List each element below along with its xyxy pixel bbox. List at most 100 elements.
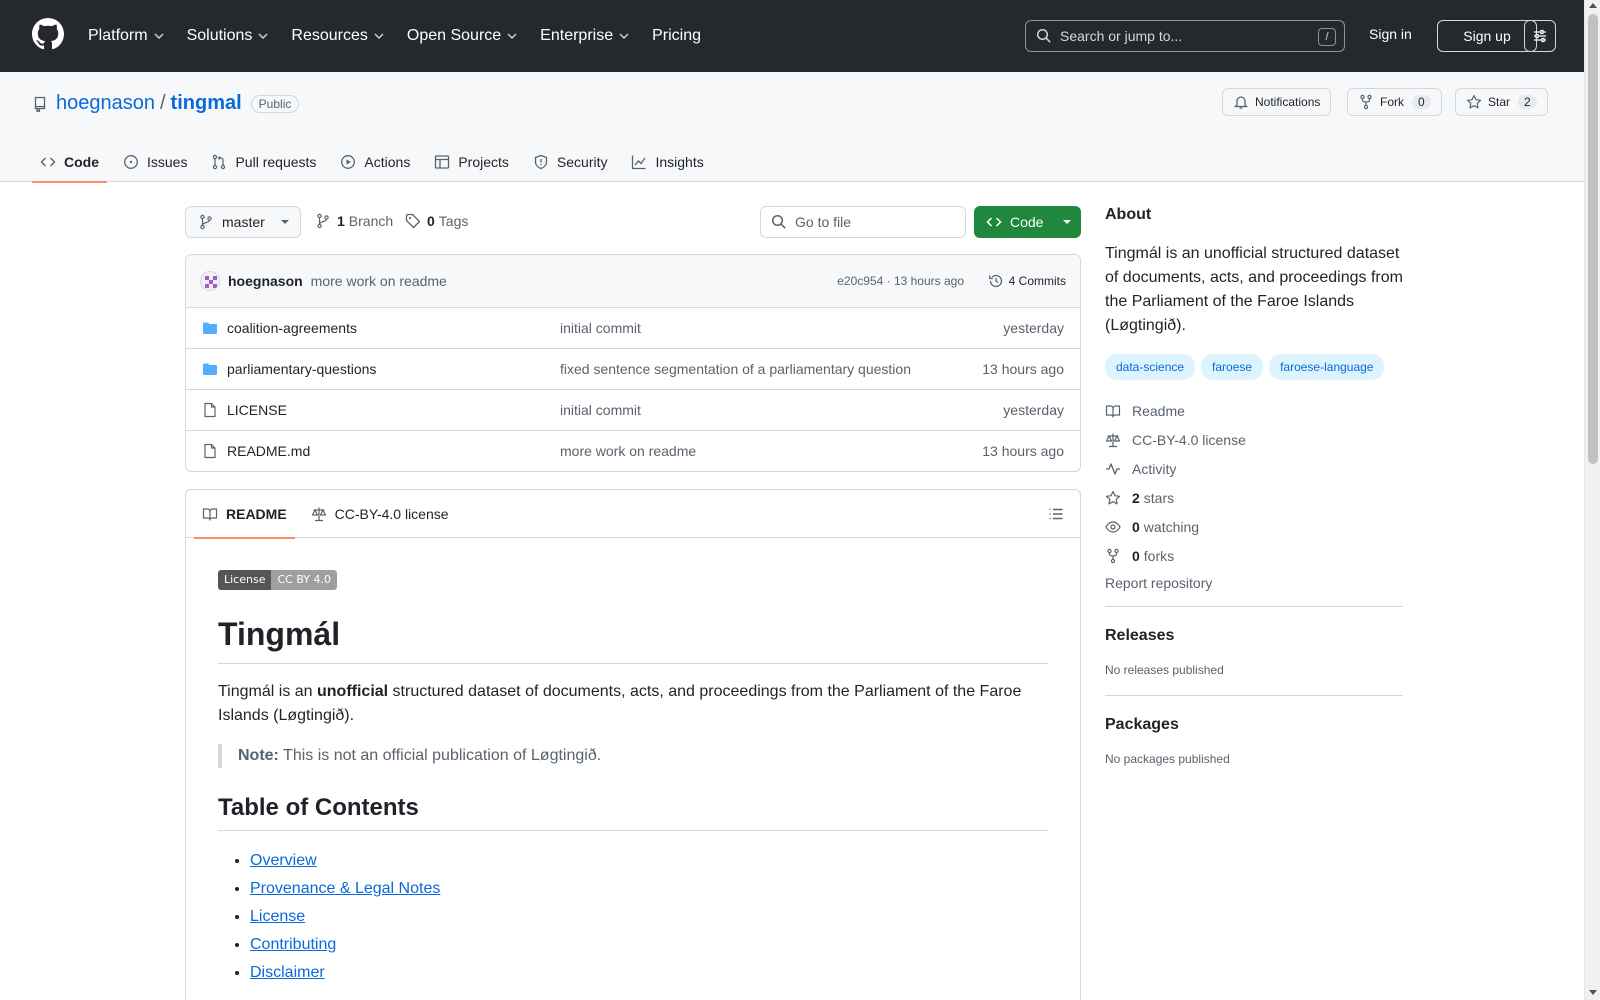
tags-link[interactable]: 0 Tags	[405, 213, 468, 229]
file-icon	[204, 402, 216, 418]
history-icon	[988, 274, 1002, 288]
page-scrollbar[interactable]	[1584, 0, 1600, 1000]
avatar[interactable]	[200, 271, 220, 291]
go-to-file-input[interactable]: Go to file	[760, 206, 966, 238]
notifications-button[interactable]: Notifications	[1222, 88, 1332, 116]
file-row[interactable]: coalition-agreements initial commit yest…	[186, 308, 1080, 349]
packages-heading[interactable]: Packages	[1105, 716, 1403, 734]
tab-readme[interactable]: README	[194, 490, 295, 539]
tab-insights[interactable]: Insights	[623, 142, 711, 182]
file-commit-message[interactable]: fixed sentence segmentation of a parliam…	[560, 361, 911, 377]
file-commit-message[interactable]: initial commit	[560, 320, 641, 336]
report-repository-link[interactable]: Report repository	[1105, 572, 1403, 600]
file-name-link[interactable]: LICENSE	[227, 402, 287, 418]
file-row[interactable]: README.md more work on readme 13 hours a…	[186, 431, 1080, 471]
repo-tabs: Code Issues Pull requests Actions Projec…	[32, 142, 720, 183]
list-item: Contributing	[250, 931, 1048, 959]
settings-menu-button[interactable]	[1524, 20, 1556, 52]
toc-link-license[interactable]: License	[250, 908, 305, 925]
file-commit-message[interactable]: initial commit	[560, 402, 641, 418]
file-row[interactable]: LICENSE initial commit yesterday	[186, 390, 1080, 431]
sliders-icon	[1534, 29, 1546, 43]
code-dropdown-button[interactable]: Code	[974, 206, 1081, 238]
bell-icon	[1233, 96, 1249, 109]
tab-code[interactable]: Code	[32, 142, 107, 183]
readme-content: License CC BY 4.0 Tingmál Tingmál is an …	[186, 538, 1080, 1000]
main-nav: Platform Solutions Resources Open Source…	[88, 0, 723, 72]
star-icon	[1105, 490, 1121, 504]
activity-link[interactable]: Activity	[1105, 454, 1403, 483]
file-commit-date: yesterday	[1003, 402, 1064, 418]
releases-heading[interactable]: Releases	[1105, 627, 1403, 645]
scroll-up-arrow-icon[interactable]	[1589, 3, 1597, 8]
file-name-link[interactable]: README.md	[227, 443, 310, 459]
list-item: License	[250, 903, 1048, 931]
search-icon	[1036, 28, 1051, 43]
github-logo-icon[interactable]	[32, 18, 64, 50]
tab-issues[interactable]: Issues	[115, 142, 195, 182]
repo-title-separator: /	[159, 92, 166, 114]
scrollbar-thumb[interactable]	[1588, 14, 1598, 464]
toc-link-provenance[interactable]: Provenance & Legal Notes	[250, 880, 440, 897]
toc-link-overview[interactable]: Overview	[250, 852, 317, 869]
topic-tag[interactable]: faroese	[1201, 354, 1264, 380]
book-icon	[1105, 404, 1121, 418]
tag-count: 0	[427, 213, 435, 229]
repo-name-link[interactable]: tingmal	[171, 92, 242, 115]
nav-open-source[interactable]: Open Source	[407, 27, 518, 45]
sign-up-button[interactable]: Sign up	[1437, 20, 1537, 52]
commit-hash-time[interactable]: e20c954 · 13 hours ago	[837, 274, 964, 288]
chevron-down-icon	[507, 33, 517, 39]
repository-header: hoegnason / tingmal Public Notifications…	[0, 72, 1584, 183]
nav-enterprise[interactable]: Enterprise	[540, 27, 630, 45]
stars-link[interactable]: 2 stars	[1105, 483, 1403, 512]
outline-list-icon[interactable]	[1048, 506, 1064, 522]
tab-license[interactable]: CC-BY-4.0 license	[303, 490, 457, 538]
nav-resources[interactable]: Resources	[291, 27, 384, 45]
graph-icon	[632, 155, 647, 170]
toc-list: Overview Provenance & Legal Notes Licens…	[218, 847, 1048, 987]
topic-tag[interactable]: faroese-language	[1269, 354, 1385, 380]
branch-selector-button[interactable]: master	[185, 206, 301, 238]
fork-button[interactable]: Fork 0	[1347, 88, 1442, 116]
nav-platform[interactable]: Platform	[88, 27, 165, 45]
star-button[interactable]: Star 2	[1455, 88, 1548, 116]
tab-actions[interactable]: Actions	[332, 142, 418, 182]
nav-solutions[interactable]: Solutions	[187, 27, 270, 45]
list-item: Disclaimer	[250, 959, 1048, 987]
visibility-badge: Public	[250, 94, 300, 113]
topic-list: data-science faroese faroese-language	[1105, 354, 1403, 380]
global-header: Platform Solutions Resources Open Source…	[0, 0, 1584, 72]
search-shortcut-key: /	[1318, 28, 1336, 46]
commit-message-link[interactable]: more work on readme	[311, 273, 447, 289]
tab-projects[interactable]: Projects	[426, 142, 517, 182]
toc-link-contributing[interactable]: Contributing	[250, 936, 336, 953]
readme-link[interactable]: Readme	[1105, 396, 1403, 425]
file-commit-date: 13 hours ago	[982, 443, 1064, 459]
tab-pull-requests[interactable]: Pull requests	[203, 142, 324, 182]
license-link[interactable]: CC-BY-4.0 license	[1105, 425, 1403, 454]
license-badge[interactable]: License CC BY 4.0	[218, 570, 337, 590]
forks-link[interactable]: 0 forks	[1105, 541, 1403, 570]
shield-icon	[534, 154, 548, 170]
file-row[interactable]: parliamentary-questions fixed sentence s…	[186, 349, 1080, 390]
repo-owner-link[interactable]: hoegnason	[56, 92, 155, 115]
tag-icon	[405, 213, 421, 229]
commits-link[interactable]: 4 Commits	[988, 273, 1066, 289]
toc-link-disclaimer[interactable]: Disclaimer	[250, 964, 325, 981]
latest-commit-bar: hoegnason more work on readme e20c954 · …	[186, 255, 1080, 308]
packages-section: Packages No packages published	[1105, 696, 1403, 784]
file-commit-message[interactable]: more work on readme	[560, 443, 696, 459]
topic-tag[interactable]: data-science	[1105, 354, 1196, 380]
file-name-link[interactable]: coalition-agreements	[227, 320, 357, 336]
code-icon	[40, 157, 56, 167]
sign-in-link[interactable]: Sign in	[1369, 26, 1412, 42]
branches-link[interactable]: 1 Branch	[315, 213, 393, 229]
global-search-input[interactable]: Search or jump to... /	[1025, 20, 1345, 52]
watchers-link[interactable]: 0 watching	[1105, 512, 1403, 541]
scroll-down-arrow-icon[interactable]	[1589, 990, 1597, 995]
tab-security[interactable]: Security	[525, 142, 616, 182]
file-name-link[interactable]: parliamentary-questions	[227, 361, 376, 377]
nav-pricing[interactable]: Pricing	[652, 27, 701, 45]
commit-author-link[interactable]: hoegnason	[228, 273, 303, 289]
